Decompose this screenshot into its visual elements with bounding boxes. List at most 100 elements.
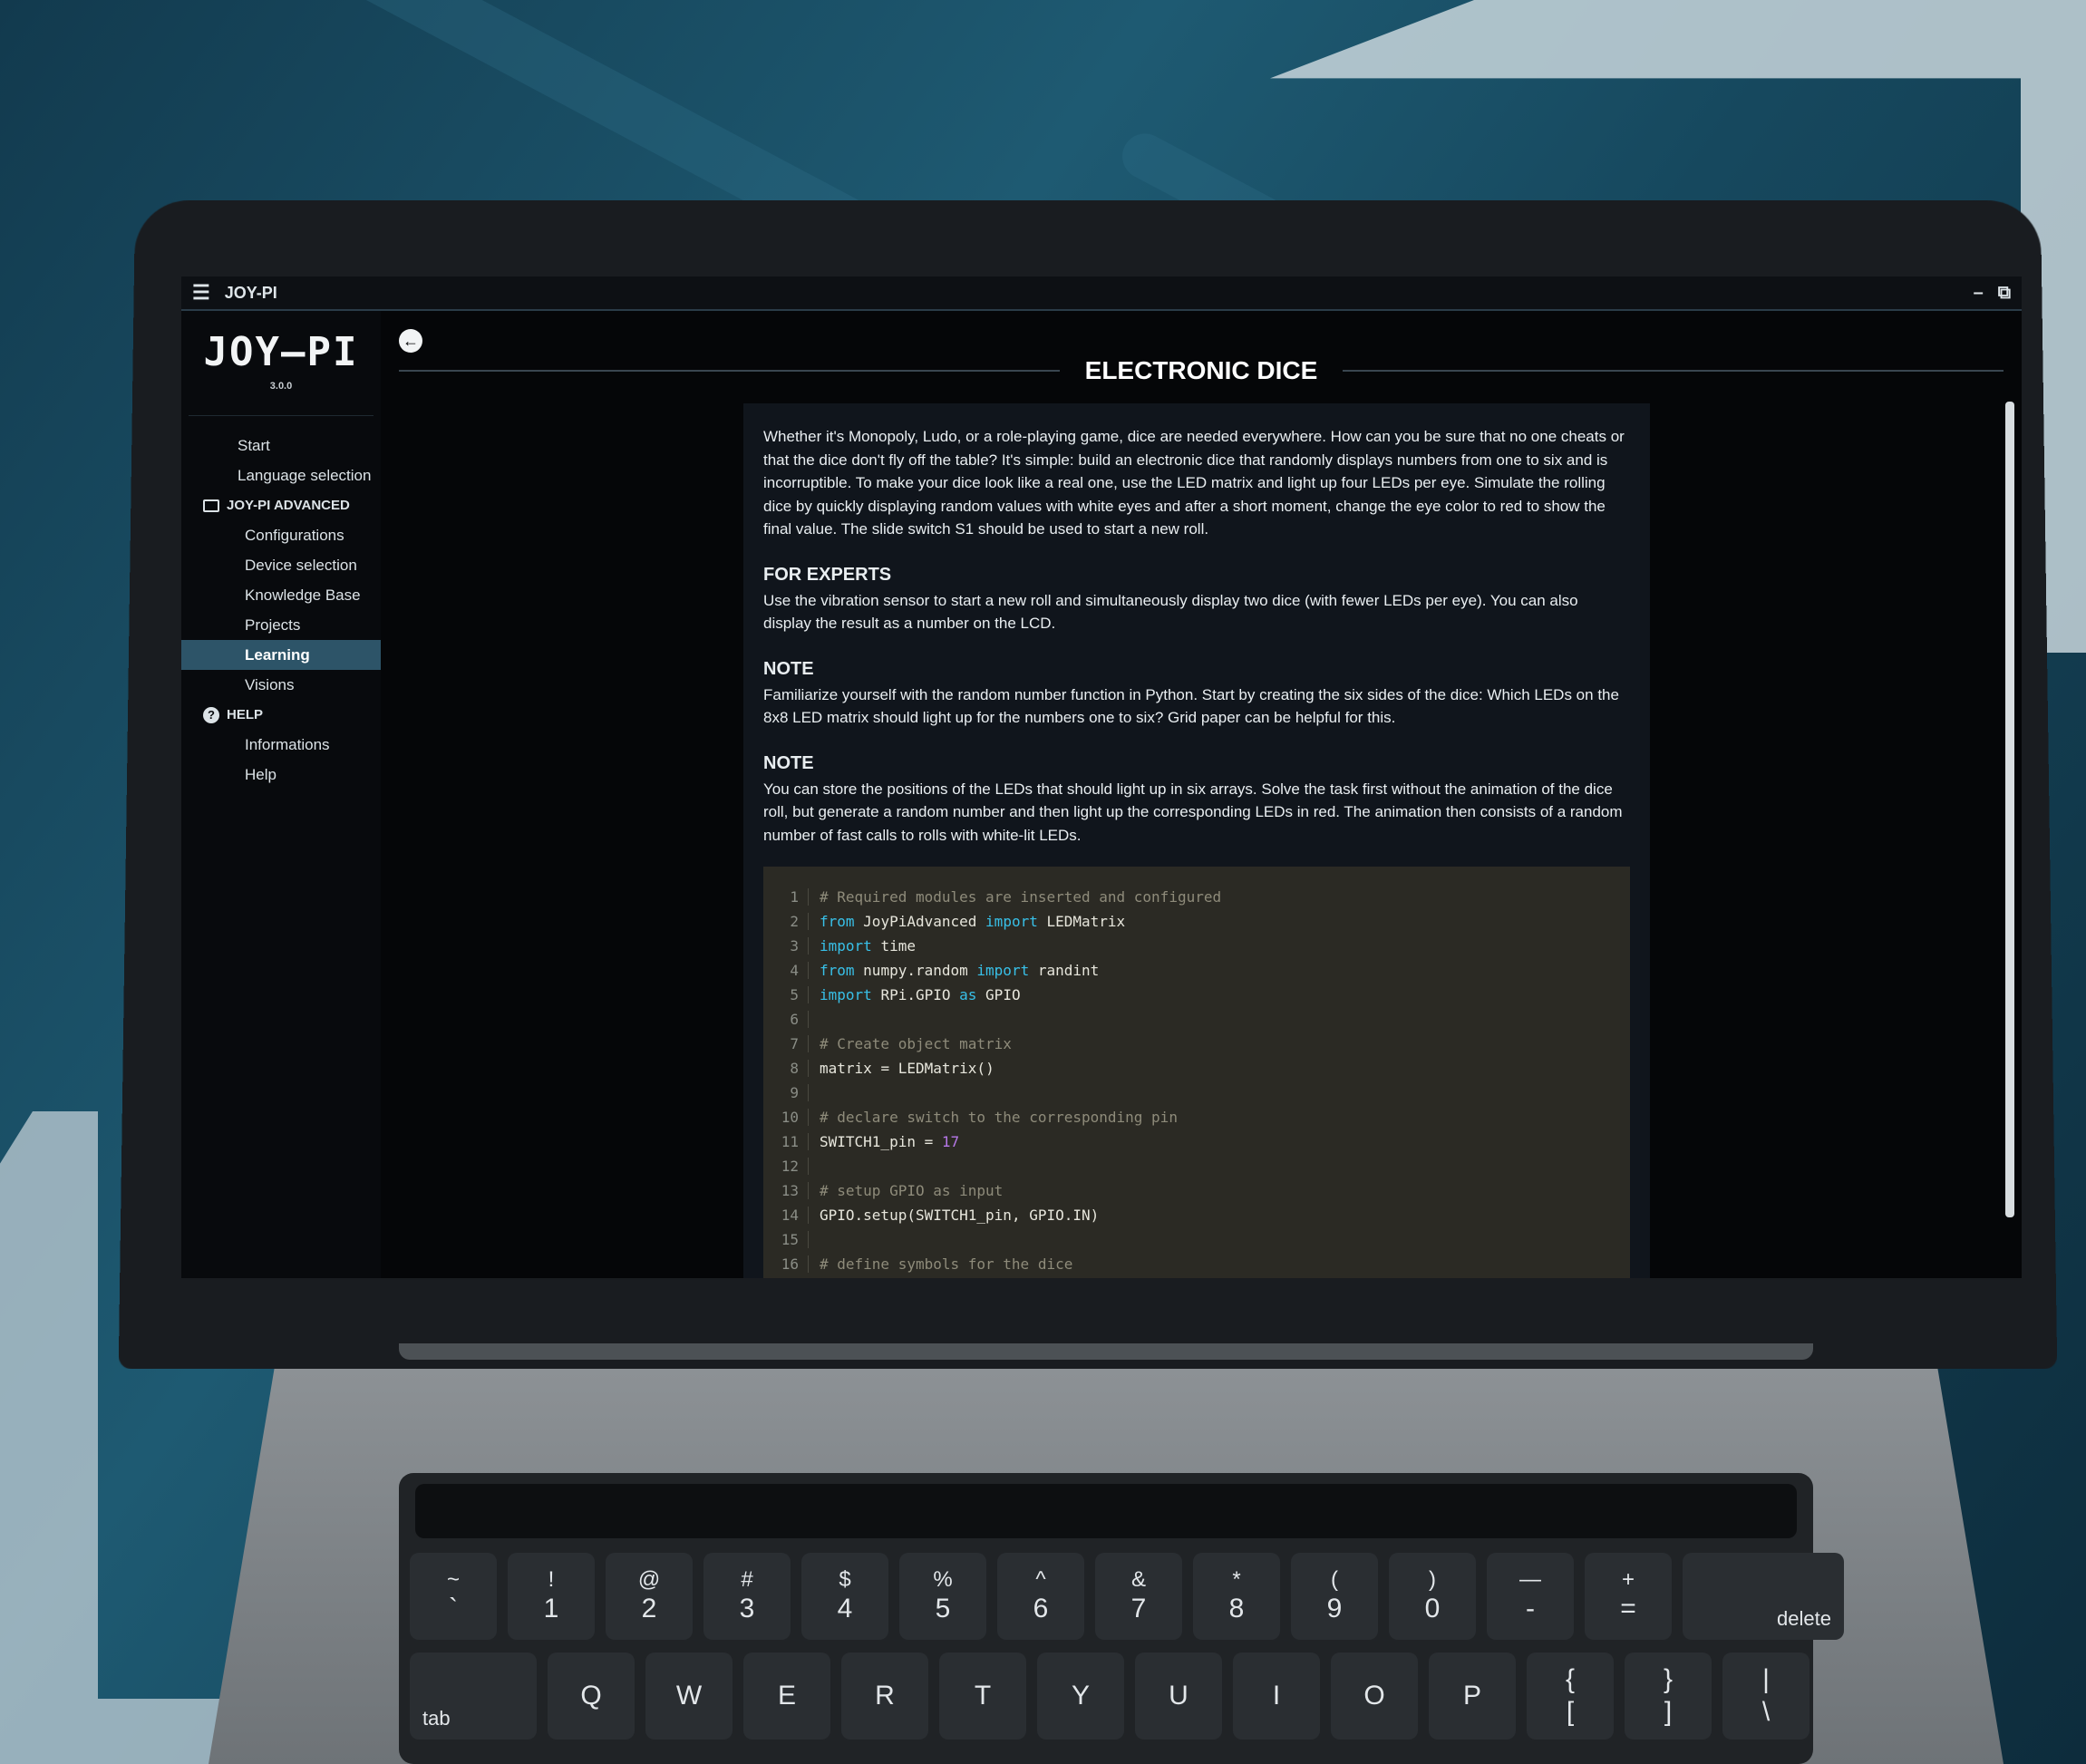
help-icon: ? — [203, 706, 219, 723]
key[interactable]: ! 1 — [508, 1553, 595, 1640]
key[interactable]: T — [939, 1653, 1026, 1740]
key[interactable]: {[ — [1527, 1653, 1614, 1740]
code-block[interactable]: 1 # Required modules are inserted and con… — [763, 867, 1630, 1278]
line-number: 7 — [776, 1035, 809, 1052]
code-text: from JoyPiAdvanced import LEDMatrix — [820, 913, 1125, 930]
key[interactable]: @2 — [606, 1553, 693, 1640]
key-bottom-label: 8 — [1228, 1594, 1245, 1624]
key[interactable]: & 7 — [1095, 1553, 1182, 1640]
code-token: SWITCH1_pin — [915, 1207, 1012, 1224]
code-line: 11 SWITCH1_pin = 17 — [776, 1129, 1617, 1154]
key[interactable]: I — [1233, 1653, 1320, 1740]
key[interactable]: Y — [1037, 1653, 1124, 1740]
key[interactable]: E — [743, 1653, 830, 1740]
key-bottom-label: = — [1620, 1594, 1636, 1624]
sidebar-group-help[interactable]: ? HELP — [181, 700, 381, 730]
page-title: ELECTRONIC DICE — [1084, 356, 1318, 384]
code-line: 2 from JoyPiAdvanced import LEDMatrix — [776, 909, 1617, 934]
key-top-label: { — [1565, 1664, 1576, 1694]
lesson-card: Whether it's Monopoly, Ludo, or a role-p… — [743, 403, 1650, 1278]
sidebar-nav: Start Language selection JOY-PI ADVANCED… — [181, 431, 381, 790]
sidebar-item-visions[interactable]: Visions — [181, 670, 381, 700]
key[interactable]: W — [645, 1653, 733, 1740]
key[interactable]: * 8 — [1193, 1553, 1280, 1640]
code-token: import — [820, 986, 872, 1003]
key[interactable]: Q — [548, 1653, 635, 1740]
code-token: from — [820, 913, 855, 930]
hamburger-icon[interactable]: ☰ — [192, 281, 210, 305]
line-number: 10 — [776, 1109, 809, 1126]
experts-heading: FOR EXPERTS — [763, 564, 892, 585]
window-titlebar: ☰ JOY-PI – ⧉ — [181, 276, 2022, 311]
key-top-label: @ — [637, 1566, 661, 1592]
key[interactable]: ~ ` — [410, 1553, 497, 1640]
keyboard: ~ `! 1 @2 #3 $4% 5 ^ 6 & 7 * 8(9) 0— - + = delete tab Q W E R… — [399, 1473, 1844, 1764]
code-text: # setup GPIO as input — [820, 1182, 1004, 1199]
key[interactable]: ) 0 — [1389, 1553, 1476, 1640]
key[interactable]: O — [1331, 1653, 1418, 1740]
app-logo: JOY–PI — [203, 329, 359, 375]
code-token: , — [1011, 1207, 1021, 1224]
key[interactable]: $4 — [801, 1553, 888, 1640]
code-text: GPIO.setup(SWITCH1_pin, GPIO.IN) — [820, 1207, 1099, 1224]
sidebar-item-learning[interactable]: Learning — [181, 640, 381, 670]
key-bottom-label: 7 — [1130, 1594, 1147, 1624]
key[interactable]: R — [841, 1653, 928, 1740]
sidebar-group-joy-pi-advanced[interactable]: JOY-PI ADVANCED — [181, 490, 381, 520]
key[interactable]: | \ — [1722, 1653, 1809, 1740]
key-top-label: % — [933, 1566, 953, 1592]
sidebar-item-configurations[interactable]: Configurations — [181, 520, 381, 550]
line-number: 2 — [776, 913, 809, 930]
sidebar-item-device-selection[interactable]: Device selection — [181, 550, 381, 580]
key-bottom-label: \ — [1761, 1697, 1771, 1727]
code-line: 1 # Required modules are inserted and con… — [776, 885, 1617, 909]
key-top-label: } — [1663, 1664, 1674, 1694]
back-arrow-icon[interactable]: ← — [399, 329, 422, 353]
key[interactable]: ^ 6 — [997, 1553, 1084, 1640]
key-bottom-label: 2 — [641, 1594, 657, 1624]
code-text: SWITCH1_pin = 17 — [820, 1133, 959, 1150]
code-line: 17one = [27, 28, 35, 36] — [776, 1276, 1617, 1278]
app-version: 3.0.0 — [269, 381, 293, 392]
sidebar-item-language-selection[interactable]: Language selection — [181, 460, 381, 490]
line-number: 4 — [776, 962, 809, 979]
delete-key[interactable]: delete — [1683, 1553, 1844, 1640]
line-number: 1 — [776, 888, 809, 906]
minimize-button[interactable]: – — [1974, 283, 1984, 304]
key-bottom-label: 5 — [935, 1594, 951, 1624]
key-top-label: ! — [548, 1566, 555, 1592]
sidebar-item-start[interactable]: Start — [181, 431, 381, 460]
scrollbar[interactable] — [2005, 402, 2014, 1217]
code-token: GPIO.IN — [1029, 1207, 1091, 1224]
key[interactable]: + = — [1585, 1553, 1672, 1640]
restore-button[interactable]: ⧉ — [1998, 283, 2011, 304]
code-token: from — [820, 962, 855, 979]
sidebar: JOY–PI 3.0.0 Start Language selection JO… — [181, 311, 381, 1278]
key-bottom-label: ] — [1664, 1697, 1673, 1727]
touch-bar[interactable] — [415, 1484, 1797, 1538]
note-heading: NOTE — [763, 658, 814, 679]
key[interactable]: U — [1135, 1653, 1222, 1740]
laptop-screen: ☰ JOY-PI – ⧉ JOY–PI 3.0.0 Start Language… — [181, 276, 2022, 1278]
sidebar-item-projects[interactable]: Projects — [181, 610, 381, 640]
key[interactable]: (9 — [1291, 1553, 1378, 1640]
key[interactable]: }] — [1625, 1653, 1712, 1740]
code-line: 5 import RPi.GPIO as GPIO — [776, 983, 1617, 1007]
sidebar-item-knowledge-base[interactable]: Knowledge Base — [181, 580, 381, 610]
key[interactable]: % 5 — [899, 1553, 986, 1640]
sidebar-item-help[interactable]: Help — [181, 760, 381, 790]
key[interactable]: P — [1429, 1653, 1516, 1740]
code-line: 8 matrix = LEDMatrix() — [776, 1056, 1617, 1081]
tab-key[interactable]: tab — [410, 1653, 537, 1740]
header-rule-left — [399, 370, 1060, 372]
sidebar-item-informations[interactable]: Informations — [181, 730, 381, 760]
code-token: = — [880, 1060, 890, 1077]
key[interactable]: #3 — [703, 1553, 791, 1640]
key[interactable]: — - — [1487, 1553, 1574, 1640]
code-token: time — [880, 937, 916, 955]
key-top-label: | — [1762, 1664, 1770, 1694]
